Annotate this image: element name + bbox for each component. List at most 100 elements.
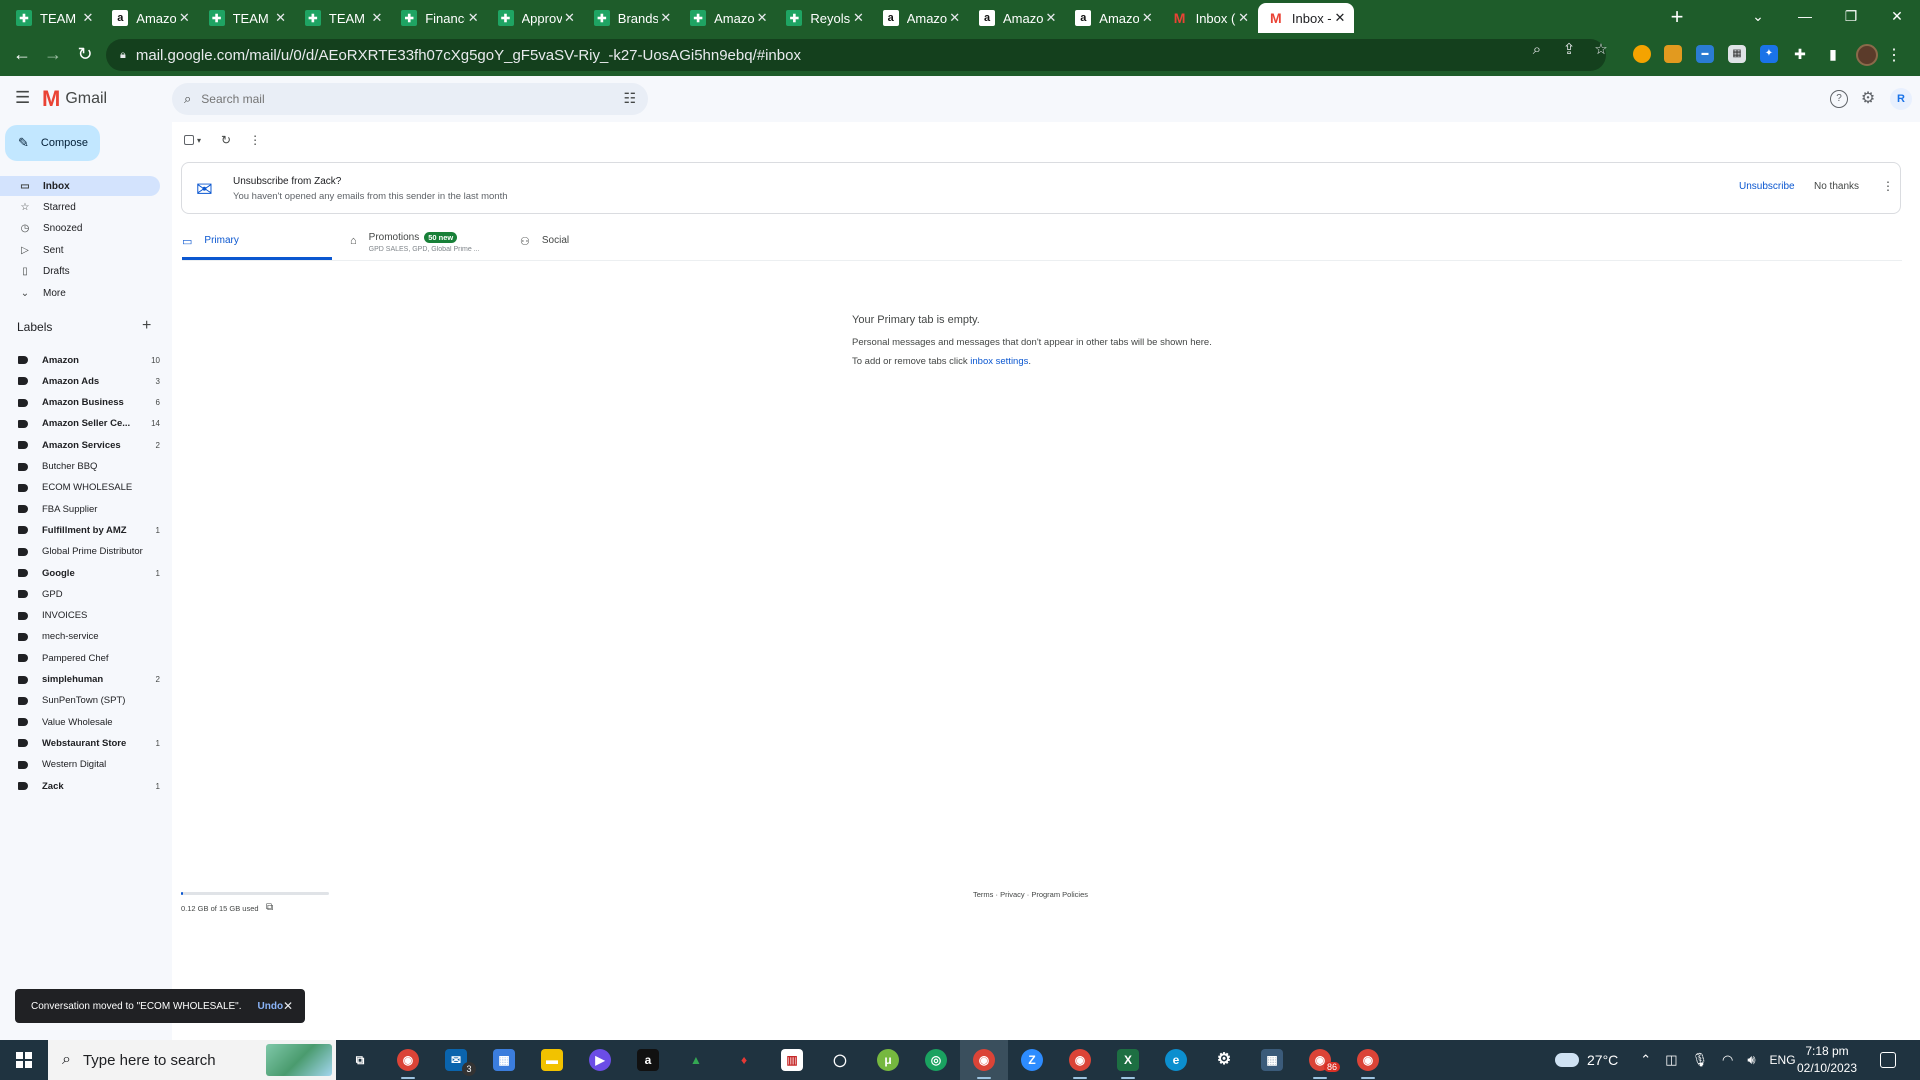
sidebar-label-item[interactable]: Butcher BBQ: [0, 457, 160, 477]
sidebar-label-item[interactable]: mech-service: [0, 627, 160, 647]
zoom-icon[interactable]: ⌕: [1527, 40, 1547, 60]
share-icon[interactable]: ⇪: [1559, 40, 1579, 60]
browser-tab[interactable]: ✚ Finance S✕: [391, 3, 487, 33]
sidebar-label-item[interactable]: simplehuman 2: [0, 670, 160, 690]
browser-tab[interactable]: a Amazon.c✕: [1065, 3, 1161, 33]
unsubscribe-button[interactable]: Unsubscribe: [1739, 181, 1795, 192]
sidebar-label-item[interactable]: Webstaurant Store 1: [0, 733, 160, 753]
close-tab-icon[interactable]: ✕: [850, 10, 866, 26]
browser-tab[interactable]: a Amazon.c✕: [873, 3, 969, 33]
chrome-app-icon[interactable]: ◉: [384, 1040, 432, 1080]
sidebar-item-inbox[interactable]: ▭ Inbox: [0, 176, 160, 196]
tab-social[interactable]: ⚇ Social: [520, 226, 640, 260]
browser-tab[interactable]: a Amazon.c✕: [969, 3, 1065, 33]
browser-tab[interactable]: ✚ TEAM KIN✕: [295, 3, 391, 33]
inbox-settings-link[interactable]: inbox settings: [970, 356, 1028, 367]
gmail-logo[interactable]: M Gmail: [42, 86, 107, 112]
close-tab-icon[interactable]: ✕: [80, 10, 96, 26]
back-arrow-icon[interactable]: ←: [9, 41, 35, 67]
sidebar-label-item[interactable]: Pampered Chef: [0, 648, 160, 668]
bookmark-star-icon[interactable]: ☆: [1591, 40, 1611, 60]
settings-gear-icon[interactable]: ⚙: [1859, 90, 1877, 108]
search-options-icon[interactable]: ☷: [623, 90, 636, 107]
close-icon[interactable]: ✕: [283, 999, 293, 1013]
circle-app-icon[interactable]: ◯: [816, 1040, 864, 1080]
notifications-icon[interactable]: [1880, 1052, 1896, 1068]
account-avatar[interactable]: R: [1890, 88, 1912, 110]
side-panel-icon[interactable]: ▮: [1824, 45, 1842, 63]
no-thanks-button[interactable]: No thanks: [1814, 181, 1859, 192]
microphone-icon[interactable]: 🎙︎: [1691, 1052, 1708, 1068]
mail-app-icon[interactable]: ✉ 3: [432, 1040, 480, 1080]
sidebar-label-item[interactable]: Global Prime Distributor: [0, 542, 160, 562]
clock[interactable]: 7:18 pm 02/10/2023: [1792, 1043, 1862, 1077]
extension-4-icon[interactable]: ▦: [1728, 45, 1746, 63]
sidebar-item-more[interactable]: ⌄ More: [0, 283, 160, 303]
google-drive-icon[interactable]: ▲: [672, 1040, 720, 1080]
close-tab-icon[interactable]: ✕: [947, 10, 963, 26]
sidebar-label-item[interactable]: Google 1: [0, 563, 160, 583]
browser-tab[interactable]: ✚ TEAM KIN✕: [6, 3, 102, 33]
windows-start-button[interactable]: [0, 1040, 48, 1080]
sidebar-label-item[interactable]: Amazon Business 6: [0, 393, 160, 413]
sidebar-label-item[interactable]: Amazon Ads 3: [0, 371, 160, 391]
close-tab-icon[interactable]: ✕: [273, 10, 289, 26]
browser-tab[interactable]: ✚ Amazon✕: [680, 3, 776, 33]
extension-3-icon[interactable]: ▬: [1696, 45, 1714, 63]
media-app-icon[interactable]: ▶: [576, 1040, 624, 1080]
edge-app-icon[interactable]: e: [1152, 1040, 1200, 1080]
sidebar-label-item[interactable]: ECOM WHOLESALE: [0, 478, 160, 498]
browser-tab[interactable]: ✚ Brands To✕: [584, 3, 680, 33]
zoom-app-icon[interactable]: Z: [1008, 1040, 1056, 1080]
close-window-button[interactable]: ✕: [1874, 0, 1920, 32]
close-tab-icon[interactable]: ✕: [1236, 10, 1252, 26]
close-tab-icon[interactable]: ✕: [1332, 10, 1348, 26]
select-all-checkbox[interactable]: [184, 135, 194, 145]
chrome-profile-4-icon[interactable]: ◉ 86: [1296, 1040, 1344, 1080]
browser-tab[interactable]: ✚ Approved✕: [488, 3, 584, 33]
close-tab-icon[interactable]: ✕: [176, 10, 192, 26]
sidebar-item-drafts[interactable]: ▯ Drafts: [0, 262, 160, 282]
tray-overflow-icon[interactable]: ⌃: [1640, 1052, 1651, 1068]
sidebar-label-item[interactable]: Western Digital: [0, 755, 160, 775]
address-bar[interactable]: 🔒︎ mail.google.com/mail/u/0/d/AEoRXRTE33…: [106, 39, 1606, 71]
undo-button[interactable]: Undo: [258, 1001, 284, 1012]
sidebar-label-item[interactable]: Value Wholesale: [0, 712, 160, 732]
sidebar-item-sent[interactable]: ▷ Sent: [0, 240, 160, 260]
search-bar[interactable]: ⌕ ☷: [172, 83, 648, 115]
more-options-icon[interactable]: ⋮: [249, 133, 261, 147]
sidebar-item-snoozed[interactable]: ◷ Snoozed: [0, 219, 160, 239]
weather-temperature[interactable]: 27°C: [1587, 1052, 1618, 1068]
sidebar-label-item[interactable]: Amazon Seller Ce... 14: [0, 414, 160, 434]
new-tab-button[interactable]: +: [1664, 5, 1690, 31]
sidebar-label-item[interactable]: INVOICES: [0, 606, 160, 626]
close-tab-icon[interactable]: ✕: [465, 10, 481, 26]
create-label-icon[interactable]: +: [142, 317, 151, 335]
chart-app-icon[interactable]: ▥: [768, 1040, 816, 1080]
close-tab-icon[interactable]: ✕: [658, 10, 674, 26]
task-view-icon[interactable]: ⧉: [336, 1040, 384, 1080]
app-red-icon[interactable]: ♦: [720, 1040, 768, 1080]
close-tab-icon[interactable]: ✕: [369, 10, 385, 26]
tab-promotions[interactable]: ⌂ Promotions 50 new GPD SALES, GPD, Glob…: [350, 226, 510, 260]
footer-links[interactable]: Terms · Privacy · Program Policies: [973, 890, 1088, 899]
minimize-button[interactable]: —: [1782, 0, 1828, 32]
browser-tab[interactable]: a Amazon.c✕: [102, 3, 198, 33]
extension-2-icon[interactable]: [1664, 45, 1682, 63]
reload-icon[interactable]: ↻: [72, 41, 98, 67]
excel-app-icon[interactable]: X: [1104, 1040, 1152, 1080]
main-menu-icon[interactable]: ☰: [15, 88, 30, 108]
restore-button[interactable]: ❐: [1828, 0, 1874, 32]
browser-tab[interactable]: ✚ TEAM KIN✕: [199, 3, 295, 33]
volume-icon[interactable]: 🔊︎: [1747, 1052, 1755, 1068]
cloud-weather-icon[interactable]: [1555, 1053, 1579, 1067]
tab-search-icon[interactable]: ⌄: [1735, 0, 1781, 32]
taskbar-search-box[interactable]: ⌕ Type here to search: [48, 1040, 336, 1080]
chrome-profile-5-icon[interactable]: ◉: [1344, 1040, 1392, 1080]
sidebar-item-starred[interactable]: ☆ Starred: [0, 197, 160, 217]
amazon-app-icon[interactable]: a: [624, 1040, 672, 1080]
utorrent-icon[interactable]: μ: [864, 1040, 912, 1080]
forward-arrow-icon[interactable]: →: [40, 41, 66, 67]
green-app-icon[interactable]: ◎: [912, 1040, 960, 1080]
browser-menu-icon[interactable]: ⋮: [1886, 45, 1902, 65]
